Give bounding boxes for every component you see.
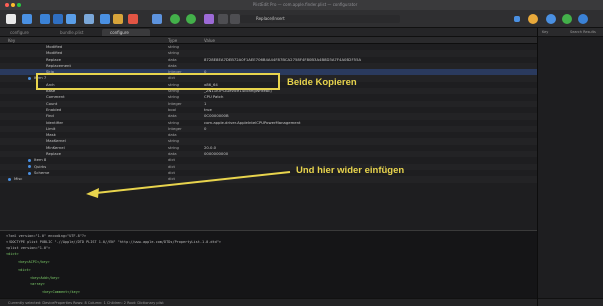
paste-arrow [86,171,291,198]
